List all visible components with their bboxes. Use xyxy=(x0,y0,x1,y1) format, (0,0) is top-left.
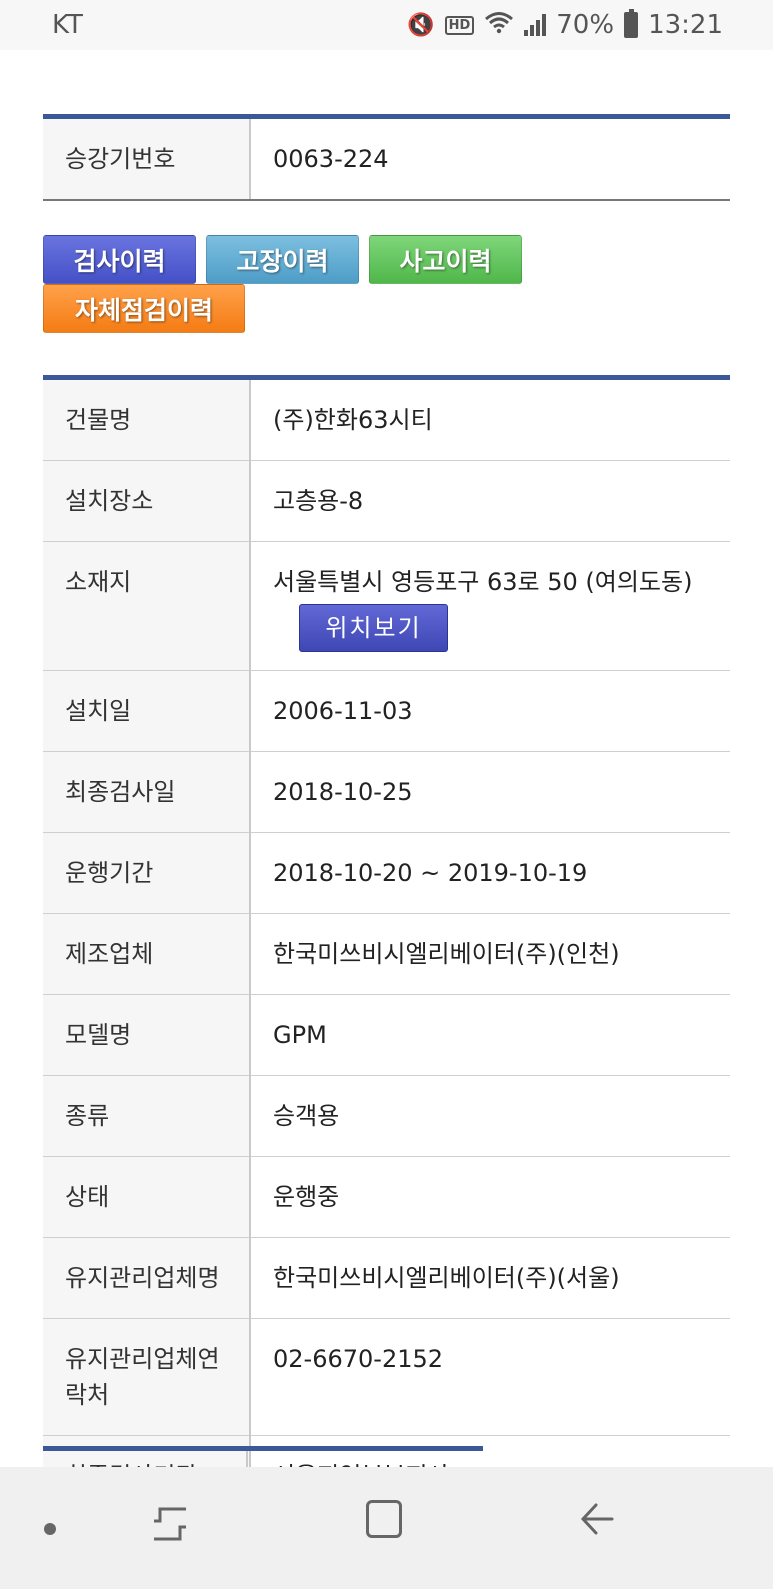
elevator-number-label: 승강기번호 xyxy=(43,116,251,201)
battery-percent: 70% xyxy=(556,10,615,40)
operation-period-value: 2018-10-20 ~ 2019-10-19 xyxy=(250,832,730,914)
nav-dot-icon[interactable] xyxy=(44,1523,56,1535)
signal-icon xyxy=(524,14,547,36)
maintenance-contact-value: 02-6670-2152 xyxy=(250,1318,730,1436)
model-value: GPM xyxy=(250,994,730,1076)
next-table-top-border xyxy=(43,1446,483,1451)
operation-period-label: 운행기간 xyxy=(43,832,251,914)
state-value: 운행중 xyxy=(250,1156,730,1238)
address-cell: 서울특별시 영등포구 63로 50 (여의도동) 위치보기 xyxy=(250,541,730,671)
state-label: 상태 xyxy=(43,1156,251,1238)
manufacturer-value: 한국미쓰비시엘리베이터(주)(인천) xyxy=(250,913,730,995)
table-row: 승강기번호 0063-224 xyxy=(43,116,730,201)
building-value: (주)한화63시티 xyxy=(250,377,730,461)
table-row: 설치일 2006-11-03 xyxy=(43,670,730,752)
view-location-button[interactable]: 위치보기 xyxy=(299,604,448,652)
table-row: 유지관리업체명 한국미쓰비시엘리베이터(주)(서울) xyxy=(43,1237,730,1319)
table-row: 최종검사일 2018-10-25 xyxy=(43,751,730,833)
model-label: 모델명 xyxy=(43,994,251,1076)
address-label: 소재지 xyxy=(43,541,251,671)
install-place-label: 설치장소 xyxy=(43,460,251,542)
table-row: 제조업체 한국미쓰비시엘리베이터(주)(인천) xyxy=(43,913,730,995)
table-row: 모델명 GPM xyxy=(43,994,730,1076)
table-row: 상태 운행중 xyxy=(43,1156,730,1238)
self-inspection-history-button[interactable]: 자체점검이력 xyxy=(43,284,245,333)
home-icon[interactable] xyxy=(366,1500,402,1538)
last-inspection-value: 2018-10-25 xyxy=(250,751,730,833)
failure-history-button[interactable]: 고장이력 xyxy=(206,235,359,284)
elevator-number-table: 승강기번호 0063-224 xyxy=(43,114,730,201)
maintenance-company-label: 유지관리업체명 xyxy=(43,1237,251,1319)
install-date-label: 설치일 xyxy=(43,670,251,752)
last-inspection-label: 최종검사일 xyxy=(43,751,251,833)
clock: 13:21 xyxy=(648,10,723,40)
battery-icon xyxy=(624,9,639,38)
carrier-name: KT xyxy=(52,10,83,40)
install-place-value: 고층용-8 xyxy=(250,460,730,542)
table-row: 종류 승객용 xyxy=(43,1075,730,1157)
back-icon[interactable] xyxy=(580,1499,614,1539)
table-row: 소재지 서울특별시 영등포구 63로 50 (여의도동) 위치보기 xyxy=(43,541,730,671)
status-icons: 🔇 HD 70% 13:21 xyxy=(407,9,723,40)
install-date-value: 2006-11-03 xyxy=(250,670,730,752)
navigation-bar xyxy=(0,1467,773,1589)
status-bar: KT 🔇 HD 70% 13:21 xyxy=(0,0,773,50)
elevator-number-value: 0063-224 xyxy=(250,116,730,201)
hd-voice-icon: HD xyxy=(444,15,475,35)
type-value: 승객용 xyxy=(250,1075,730,1157)
building-label: 건물명 xyxy=(43,377,251,461)
recent-apps-icon[interactable] xyxy=(152,1505,188,1543)
table-row: 유지관리업체연락처 02-6670-2152 xyxy=(43,1318,730,1436)
manufacturer-label: 제조업체 xyxy=(43,913,251,995)
type-label: 종류 xyxy=(43,1075,251,1157)
elevator-details-table: 건물명 (주)한화63시티 설치장소 고층용-8 소재지 서울특별시 영등포구 … xyxy=(43,375,730,1518)
maintenance-contact-label: 유지관리업체연락처 xyxy=(43,1318,251,1436)
address-value: 서울특별시 영등포구 63로 50 (여의도동) xyxy=(273,568,693,596)
wifi-icon xyxy=(484,10,514,40)
accident-history-button[interactable]: 사고이력 xyxy=(369,235,522,284)
mute-icon: 🔇 xyxy=(407,12,435,38)
inspection-history-button[interactable]: 검사이력 xyxy=(43,235,196,284)
table-row: 건물명 (주)한화63시티 xyxy=(43,377,730,461)
table-row: 설치장소 고층용-8 xyxy=(43,460,730,542)
maintenance-company-value: 한국미쓰비시엘리베이터(주)(서울) xyxy=(250,1237,730,1319)
table-row: 운행기간 2018-10-20 ~ 2019-10-19 xyxy=(43,832,730,914)
